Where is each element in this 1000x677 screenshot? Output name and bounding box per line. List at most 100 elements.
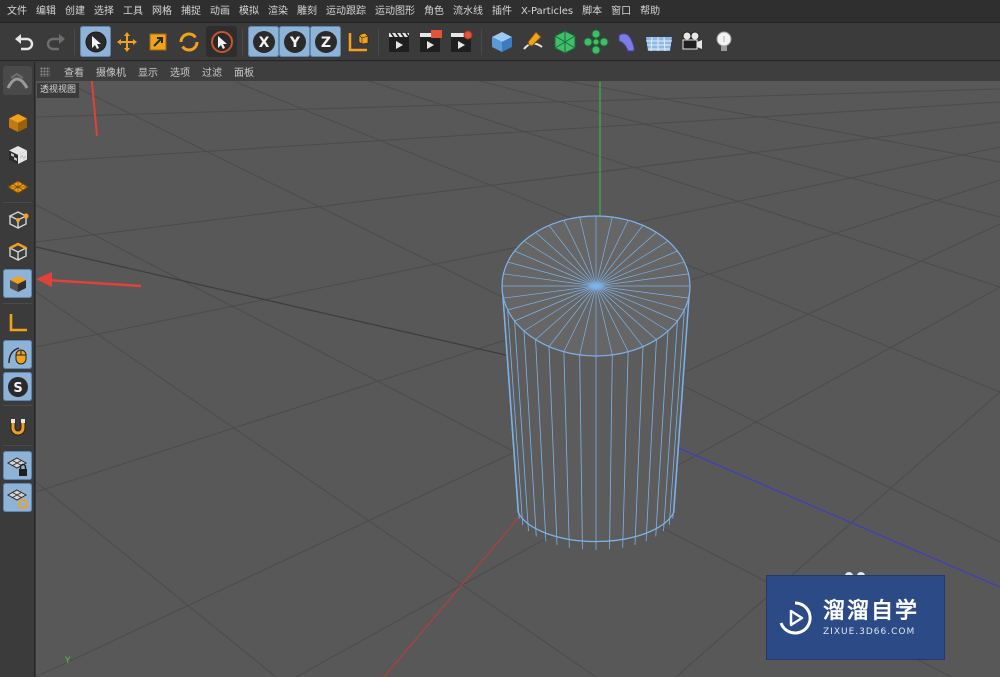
menu-window[interactable]: 窗口 bbox=[608, 0, 637, 23]
menu-motion-tracking[interactable]: 运动跟踪 bbox=[323, 0, 372, 23]
cube-icon bbox=[491, 31, 512, 52]
render-settings-button[interactable] bbox=[445, 26, 476, 57]
z-axis-label: Z bbox=[320, 35, 330, 51]
menu-simulate[interactable]: 模拟 bbox=[236, 0, 265, 23]
render-settings-icon bbox=[450, 30, 472, 52]
render-picture-viewer-button[interactable] bbox=[414, 26, 445, 57]
polygons-mode-icon bbox=[9, 275, 26, 292]
pen-spline-button[interactable] bbox=[517, 26, 548, 57]
tweak-mode-button[interactable] bbox=[3, 340, 32, 369]
menu-select[interactable]: 选择 bbox=[91, 0, 120, 23]
make-editable-button[interactable] bbox=[3, 108, 32, 137]
watermark-url: ZIXUE.3D66.COM bbox=[823, 626, 916, 637]
edges-mode-button[interactable] bbox=[3, 237, 32, 266]
menu-animate[interactable]: 动画 bbox=[207, 0, 236, 23]
layout-icon[interactable] bbox=[3, 66, 32, 95]
x-axis-label: X bbox=[258, 35, 269, 51]
menu-help[interactable]: 帮助 bbox=[637, 0, 666, 23]
scale-button[interactable] bbox=[142, 26, 173, 57]
cube-object-button[interactable] bbox=[486, 26, 517, 57]
texture-mode-icon bbox=[8, 145, 27, 164]
make-editable-icon bbox=[8, 113, 27, 132]
menu-sculpt[interactable]: 雕刻 bbox=[294, 0, 323, 23]
panel-grip-icon[interactable] bbox=[40, 66, 50, 77]
watermark-logo: 溜溜自学 ZIXUE.3D66.COM bbox=[766, 575, 945, 660]
render-view-button[interactable] bbox=[383, 26, 414, 57]
menu-pipeline[interactable]: 流水线 bbox=[450, 0, 489, 23]
points-mode-icon bbox=[7, 210, 29, 229]
y-axis-icon: Y bbox=[283, 30, 306, 53]
recent-tool-icon bbox=[210, 30, 233, 53]
light-button[interactable] bbox=[708, 26, 739, 57]
workplane-lock-button[interactable] bbox=[3, 451, 32, 480]
cylinder-object[interactable] bbox=[501, 215, 691, 550]
polygons-mode-button[interactable] bbox=[3, 269, 32, 298]
deformer-icon bbox=[618, 32, 635, 51]
solo-button[interactable]: S bbox=[3, 372, 32, 401]
menu-file[interactable]: 文件 bbox=[4, 0, 33, 23]
y-axis-lock-button[interactable]: Y bbox=[279, 26, 310, 57]
camera-icon bbox=[682, 31, 702, 49]
pen-spline-icon bbox=[522, 30, 543, 50]
left-mode-palette: S bbox=[0, 62, 35, 677]
workplane-align-icon bbox=[6, 488, 28, 509]
live-select-button[interactable] bbox=[80, 26, 111, 57]
view-menu-cameras[interactable]: 摄像机 bbox=[90, 64, 132, 79]
menu-render[interactable]: 渲染 bbox=[265, 0, 294, 23]
mograph-cloner-icon bbox=[583, 29, 608, 54]
solo-icon: S bbox=[7, 376, 28, 397]
z-axis-lock-button[interactable]: Z bbox=[310, 26, 341, 57]
undo-button[interactable] bbox=[8, 26, 39, 57]
render-view-icon bbox=[388, 32, 410, 52]
menu-script[interactable]: 脚本 bbox=[579, 0, 608, 23]
menu-edit[interactable]: 编辑 bbox=[33, 0, 62, 23]
view-menu-panel[interactable]: 面板 bbox=[228, 64, 260, 79]
camera-button[interactable] bbox=[676, 26, 707, 57]
subdivision-surface-button[interactable] bbox=[549, 26, 580, 57]
menu-x-particles[interactable]: X-Particles bbox=[518, 0, 579, 23]
workplane-align-button[interactable] bbox=[3, 483, 32, 512]
menu-mesh[interactable]: 网格 bbox=[149, 0, 178, 23]
x-axis-icon: X bbox=[252, 30, 275, 53]
z-axis-line bbox=[675, 446, 1000, 588]
workplane-button[interactable] bbox=[3, 172, 32, 201]
menu-tools[interactable]: 工具 bbox=[120, 0, 149, 23]
menu-character[interactable]: 角色 bbox=[421, 0, 450, 23]
menu-plugins[interactable]: 插件 bbox=[489, 0, 518, 23]
snapping-icon bbox=[10, 418, 25, 435]
x-axis-line bbox=[383, 496, 537, 677]
rotate-button[interactable] bbox=[173, 26, 204, 57]
view-menu-options[interactable]: 选项 bbox=[164, 64, 196, 79]
x-axis-lock-button[interactable]: X bbox=[248, 26, 279, 57]
scale-icon bbox=[149, 33, 166, 50]
view-menu-display[interactable]: 显示 bbox=[132, 64, 164, 79]
rotate-icon bbox=[179, 32, 198, 51]
menu-mograph[interactable]: 运动图形 bbox=[372, 0, 421, 23]
deformer-button[interactable] bbox=[611, 26, 642, 57]
floor-icon bbox=[645, 36, 672, 51]
menu-create[interactable]: 创建 bbox=[62, 0, 91, 23]
tweak-mode-icon bbox=[7, 346, 26, 364]
menu-snap[interactable]: 捕捉 bbox=[178, 0, 207, 23]
recent-tool-button[interactable] bbox=[206, 26, 237, 57]
enable-axis-button[interactable] bbox=[3, 308, 32, 337]
solo-label: S bbox=[13, 381, 22, 396]
view-menu-filter[interactable]: 过滤 bbox=[196, 64, 228, 79]
play-logo-icon bbox=[779, 600, 812, 634]
snapping-button[interactable] bbox=[3, 412, 32, 441]
viewport-title: 透视视图 bbox=[37, 83, 80, 98]
points-mode-button[interactable] bbox=[3, 205, 32, 234]
coordinate-system-button[interactable] bbox=[342, 26, 373, 57]
undo-icon bbox=[14, 33, 33, 50]
move-button[interactable] bbox=[111, 26, 142, 57]
main-toolbar: X Y Z bbox=[0, 23, 1000, 61]
cinema4d-window: 文件 编辑 创建 选择 工具 网格 捕捉 动画 模拟 渲染 雕刻 运动跟踪 运动… bbox=[0, 0, 1000, 677]
texture-mode-button[interactable] bbox=[3, 140, 32, 169]
floor-button[interactable] bbox=[643, 26, 674, 57]
mograph-cloner-button[interactable] bbox=[580, 26, 611, 57]
view-menu-view[interactable]: 查看 bbox=[58, 64, 90, 79]
z-axis-icon: Z bbox=[314, 30, 337, 53]
coordinate-system-icon bbox=[348, 32, 369, 51]
subdivision-icon bbox=[554, 29, 575, 54]
redo-button[interactable] bbox=[40, 26, 71, 57]
